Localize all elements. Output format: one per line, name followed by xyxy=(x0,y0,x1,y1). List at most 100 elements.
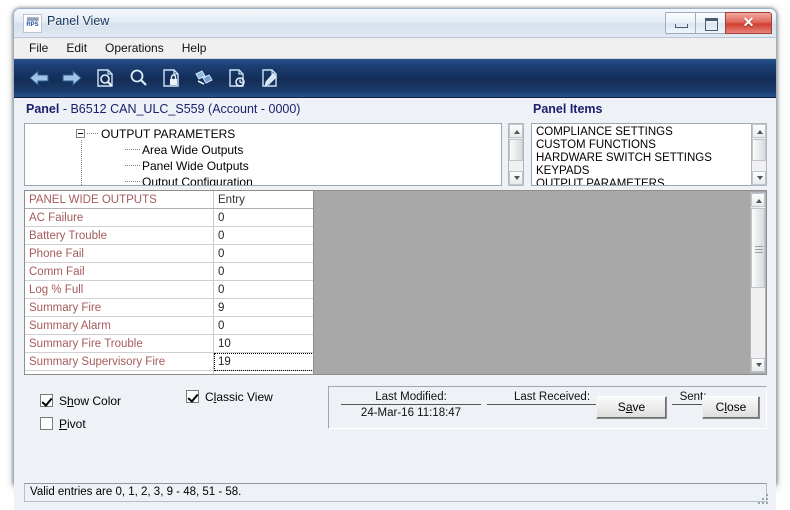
window-titlebar: ▄▄▄ RPS Panel View ✕ xyxy=(14,9,776,38)
panel-items-scrollbar[interactable] xyxy=(751,123,767,186)
pivot-checkbox[interactable]: Pivot xyxy=(40,417,86,431)
row-entry[interactable]: 0 xyxy=(213,244,313,263)
row-label: Log % Full xyxy=(25,280,214,299)
checkbox-box[interactable] xyxy=(186,390,199,403)
maximize-button[interactable] xyxy=(695,12,726,34)
list-item[interactable]: HARDWARE SWITCH SETTINGS xyxy=(532,152,766,165)
tree-dash xyxy=(87,133,99,134)
row-entry-selected[interactable]: 19 xyxy=(213,352,313,371)
row-entry[interactable]: 0 xyxy=(213,316,313,335)
tree-collapse-icon[interactable] xyxy=(76,129,85,138)
tree-item-label: Output Configuration xyxy=(142,175,253,186)
tree-scroll-up-button[interactable] xyxy=(509,124,523,138)
items-scroll-down-button[interactable] xyxy=(752,171,766,185)
panel-tree[interactable]: OUTPUT PARAMETERS Area Wide Outputs Pane… xyxy=(24,123,502,186)
minimize-icon xyxy=(675,24,688,28)
table-header-row: PANEL WIDE OUTPUTS Entry xyxy=(25,191,313,209)
grid-scroll-down-button[interactable] xyxy=(751,358,765,372)
back-button[interactable] xyxy=(24,63,54,93)
toolbar xyxy=(14,59,776,98)
row-label: Phone Fail xyxy=(25,244,214,263)
status-text: Valid entries are 0, 1, 2, 3, 9 - 48, 51… xyxy=(30,486,242,498)
minimize-button[interactable] xyxy=(665,12,696,34)
list-item[interactable]: OUTPUT PARAMETERS xyxy=(532,178,766,185)
menu-item-file[interactable]: File xyxy=(20,39,57,57)
table-row[interactable]: Battery Trouble 0 xyxy=(25,226,313,245)
last-modified-label: Last Modified: xyxy=(341,391,481,405)
close-icon: ✕ xyxy=(742,14,755,30)
back-arrow-icon xyxy=(29,69,49,87)
save-button[interactable]: Save xyxy=(596,396,667,419)
table-row[interactable]: Summary Alarm 0 xyxy=(25,316,313,335)
table-row[interactable]: Summary Fire 9 xyxy=(25,298,313,317)
grip-line xyxy=(755,252,763,253)
list-item[interactable]: COMPLIANCE SETTINGS xyxy=(532,126,766,139)
data-grid-container: PANEL WIDE OUTPUTS Entry AC Failure 0 Ba… xyxy=(24,190,767,375)
pivot-label: Pivot xyxy=(59,417,86,431)
row-entry[interactable]: 0 xyxy=(213,226,313,245)
row-entry[interactable]: 10 xyxy=(213,334,313,353)
row-label: Summary Fire Trouble xyxy=(25,334,214,353)
menu-item-operations[interactable]: Operations xyxy=(96,39,173,57)
close-panel-button[interactable]: Close xyxy=(702,396,760,419)
search-button[interactable] xyxy=(123,63,153,93)
row-entry[interactable]: 0 xyxy=(213,262,313,281)
grid-vertical-scrollbar[interactable] xyxy=(750,192,766,373)
connect-button[interactable] xyxy=(189,63,219,93)
tree-scrollbar-thumb[interactable] xyxy=(509,139,523,161)
panel-title-bold: Panel xyxy=(26,102,60,116)
tree-item-label: Area Wide Outputs xyxy=(142,143,244,157)
row-entry[interactable]: 0 xyxy=(213,370,313,374)
tree-item-output-parameters[interactable]: OUTPUT PARAMETERS xyxy=(25,126,501,142)
table-row[interactable]: Phone Fail 0 xyxy=(25,244,313,263)
grid-scrollbar-thumb[interactable] xyxy=(751,208,765,288)
checkbox-box[interactable] xyxy=(40,394,53,407)
tree-item-label: OUTPUT PARAMETERS xyxy=(101,127,236,141)
chevron-down-icon xyxy=(514,176,520,180)
table-row[interactable]: Summary Fire Trouble 10 xyxy=(25,334,313,353)
row-entry[interactable]: 0 xyxy=(213,280,313,299)
chevron-up-icon xyxy=(514,130,520,134)
data-grid-table: PANEL WIDE OUTPUTS Entry AC Failure 0 Ba… xyxy=(25,191,313,374)
document-lock-icon xyxy=(163,69,179,87)
magnifier-icon xyxy=(130,69,147,86)
menu-item-help[interactable]: Help xyxy=(173,39,216,57)
tree-scrollbar[interactable] xyxy=(508,123,524,186)
close-button[interactable]: ✕ xyxy=(725,12,772,34)
classic-view-checkbox[interactable]: Classic View xyxy=(186,390,273,404)
table-row[interactable]: Summary Trouble 0 xyxy=(25,370,313,374)
data-grid[interactable]: PANEL WIDE OUTPUTS Entry AC Failure 0 Ba… xyxy=(25,191,314,374)
panel-items-list[interactable]: COMPLIANCE SETTINGS CUSTOM FUNCTIONS HAR… xyxy=(531,123,767,186)
tree-item-panel-wide-outputs[interactable]: Panel Wide Outputs xyxy=(25,158,501,174)
connect-panel-icon xyxy=(195,70,213,85)
action-bar: Last Modified: 24-Mar-16 11:18:47 Last R… xyxy=(328,386,767,429)
row-entry[interactable]: 0 xyxy=(213,208,313,227)
grid-scroll-up-button[interactable] xyxy=(751,193,765,207)
lock-panel-button[interactable] xyxy=(156,63,186,93)
list-item[interactable]: KEYPADS xyxy=(532,165,766,178)
forward-button[interactable] xyxy=(57,63,87,93)
checkbox-box[interactable] xyxy=(40,417,53,430)
table-row[interactable]: Comm Fail 0 xyxy=(25,262,313,281)
history-button[interactable] xyxy=(222,63,252,93)
edit-panel-button[interactable] xyxy=(255,63,285,93)
show-color-label: Show Color xyxy=(59,394,122,408)
tree-item-area-wide-outputs[interactable]: Area Wide Outputs xyxy=(25,142,501,158)
list-item[interactable]: CUSTOM FUNCTIONS xyxy=(532,139,766,152)
row-label: Summary Fire xyxy=(25,298,214,317)
view-panel-button[interactable] xyxy=(90,63,120,93)
table-row[interactable]: Log % Full 0 xyxy=(25,280,313,299)
items-scroll-up-button[interactable] xyxy=(752,124,766,138)
row-entry[interactable]: 9 xyxy=(213,298,313,317)
table-row[interactable]: AC Failure 0 xyxy=(25,208,313,227)
menu-bar: File Edit Operations Help xyxy=(14,38,776,59)
resize-grip-icon[interactable] xyxy=(758,494,770,506)
items-scrollbar-thumb[interactable] xyxy=(752,139,766,161)
menu-item-edit[interactable]: Edit xyxy=(57,39,96,57)
table-row-selected[interactable]: Summary Supervisory Fire 19 xyxy=(25,352,313,371)
row-label: Comm Fail xyxy=(25,262,214,281)
tree-item-output-configuration[interactable]: Output Configuration xyxy=(25,174,501,186)
show-color-checkbox[interactable]: Show Color xyxy=(40,394,121,408)
tree-scroll-down-button[interactable] xyxy=(509,171,523,185)
panel-view-window: ▄▄▄ RPS Panel View ✕ File Edit Operations… xyxy=(13,8,777,510)
